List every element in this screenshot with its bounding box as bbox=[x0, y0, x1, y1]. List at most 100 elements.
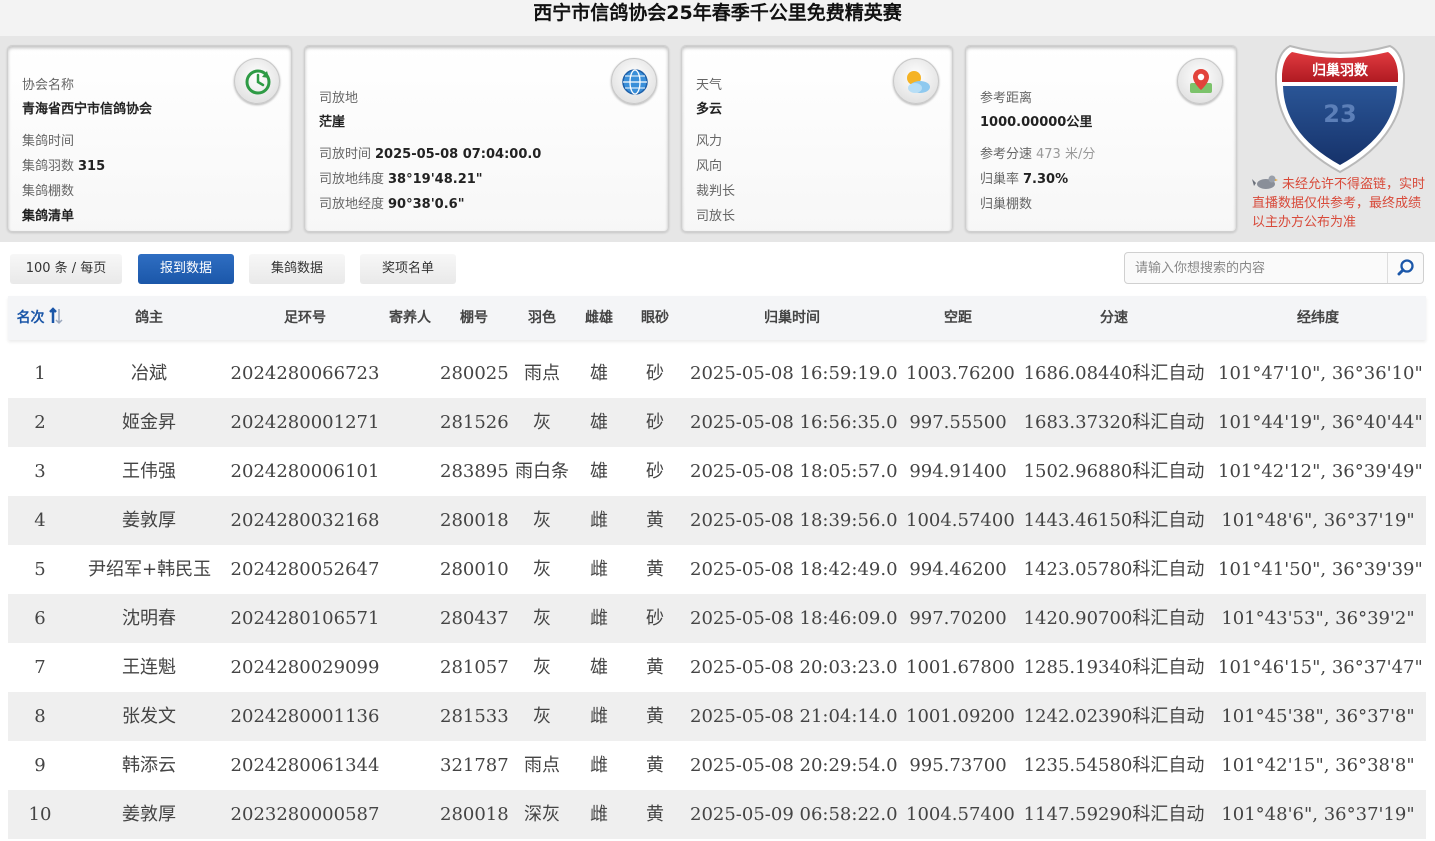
table-row: 8 张发文 2024280001136 281533 灰 雌 黄 2025-05-08 21:… bbox=[8, 692, 1426, 741]
cell-distance: 1001.09200 bbox=[906, 706, 1015, 727]
cell-owner: 王伟强 bbox=[122, 461, 176, 482]
header-fosterer: 寄养人 bbox=[389, 310, 431, 326]
cell-sex: 雌 bbox=[590, 510, 608, 531]
cell-coordinates: 101°44'19", 36°40'44" bbox=[1218, 412, 1423, 433]
search-box bbox=[1124, 252, 1424, 284]
cell-ring-number: 2024280029099 bbox=[230, 657, 380, 678]
cell-fosterer bbox=[382, 349, 438, 398]
returned-count-value: 23 bbox=[1323, 100, 1357, 128]
tab-report-data[interactable]: 报到数据 bbox=[138, 254, 234, 284]
cell-loft-number: 280437 bbox=[440, 608, 509, 629]
header-sex: 雌雄 bbox=[585, 310, 613, 326]
info-strip: 协会名称 青海省西宁市信鸽协会 集鸽时间 集鸽羽数 315 集鸽棚数 集鸽清单 司… bbox=[0, 36, 1435, 242]
cell-feather-color: 雨点 bbox=[524, 755, 560, 776]
release-card: 司放地 茫崖 司放时间 2025-05-08 07:04:00.0 司放地纬度 38… bbox=[304, 45, 669, 232]
wind-direction-label: 风向 bbox=[696, 159, 723, 174]
cell-return-time: 2025-05-08 18:42:49.0 bbox=[690, 559, 898, 580]
ref-speed-value: 473 米/分 bbox=[1036, 147, 1096, 162]
ref-speed-row: 参考分速 473 米/分 bbox=[980, 143, 1095, 162]
cell-eye-sign: 砂 bbox=[646, 608, 664, 629]
cell-ring-number: 2024280032168 bbox=[230, 510, 380, 531]
release-lon-label: 司放地经度 bbox=[319, 197, 385, 212]
cell-feather-color: 灰 bbox=[533, 559, 551, 580]
search-button[interactable] bbox=[1387, 253, 1423, 283]
cell-owner: 王连魁 bbox=[122, 657, 176, 678]
cell-sex: 雄 bbox=[590, 412, 608, 433]
cell-sex: 雌 bbox=[590, 804, 608, 825]
table-row: 6 沈明春 2024280106571 280437 灰 雌 砂 2025-05-08 18:… bbox=[8, 594, 1426, 643]
globe-icon bbox=[611, 58, 657, 104]
cell-fosterer bbox=[382, 692, 438, 741]
cell-loft-number: 280010 bbox=[440, 559, 509, 580]
table-row: 9 韩添云 2024280061344 321787 雨点 雌 黄 2025-05-08 20… bbox=[8, 741, 1426, 790]
return-rate-row: 归巢率 7.30% bbox=[980, 168, 1068, 187]
cell-loft-number: 281057 bbox=[440, 657, 509, 678]
ref-distance-label: 参考距离 bbox=[980, 91, 1033, 106]
distance-card: 参考距离 1000.00000公里 参考分速 473 米/分 归巢率 7.30% 归… bbox=[965, 45, 1237, 232]
cell-feather-color: 深灰 bbox=[524, 804, 560, 825]
cell-ring-number: 2024280001136 bbox=[230, 706, 380, 727]
cell-eye-sign: 砂 bbox=[646, 461, 664, 482]
search-input[interactable] bbox=[1125, 253, 1387, 283]
cell-eye-sign: 黄 bbox=[646, 755, 664, 776]
cell-speed: 1423.05780科汇自动 bbox=[1023, 559, 1205, 580]
collect-list-link[interactable]: 集鸽清单 bbox=[22, 205, 74, 224]
cell-distance: 1004.57400 bbox=[906, 510, 1015, 531]
header-coordinates: 经纬度 bbox=[1297, 310, 1339, 326]
clock-refresh-icon bbox=[234, 58, 280, 104]
release-site-label: 司放地 bbox=[319, 91, 359, 106]
page-size-select[interactable]: 100 条 / 每页 bbox=[10, 254, 122, 284]
cell-sex: 雄 bbox=[590, 461, 608, 482]
release-time-label: 司放时间 bbox=[319, 147, 372, 162]
release-site-value: 茫崖 bbox=[319, 115, 346, 130]
association-name-value: 青海省西宁市信鸽协会 bbox=[22, 102, 153, 117]
cell-fosterer bbox=[382, 496, 438, 545]
cell-distance: 1001.67800 bbox=[906, 657, 1015, 678]
weather-label: 天气 bbox=[696, 78, 723, 93]
cell-sex: 雌 bbox=[590, 755, 608, 776]
cell-ring-number: 2024280001271 bbox=[230, 412, 380, 433]
cell-rank: 7 bbox=[34, 657, 46, 678]
header-rank-sort[interactable]: 名次 bbox=[8, 296, 72, 340]
collect-count-label: 集鸽羽数 bbox=[22, 159, 75, 174]
header-eye-sign: 眼砂 bbox=[641, 310, 669, 326]
cell-coordinates: 101°42'15", 36°38'8" bbox=[1221, 755, 1415, 776]
page-title: 西宁市信鸽协会25年春季千公里免费精英赛 bbox=[533, 2, 902, 24]
cell-rank: 8 bbox=[34, 706, 46, 727]
map-pin-icon bbox=[1177, 58, 1223, 104]
cell-fosterer bbox=[382, 790, 438, 839]
cell-fosterer bbox=[382, 594, 438, 643]
notice-text: 未经允许不得盗链，实时直播数据仅供参考，最终成绩以主办方公布为准 bbox=[1252, 174, 1428, 232]
toolbar: 100 条 / 每页 报到数据 集鸽数据 奖项名单 bbox=[0, 244, 1435, 292]
cell-loft-number: 321787 bbox=[440, 755, 509, 776]
release-time-value: 2025-05-08 07:04:00.0 bbox=[375, 147, 542, 162]
cell-distance: 997.55500 bbox=[909, 412, 1007, 433]
cell-loft-number: 280018 bbox=[440, 804, 509, 825]
cell-eye-sign: 黄 bbox=[646, 510, 664, 531]
cell-rank: 9 bbox=[34, 755, 46, 776]
tab-award-list[interactable]: 奖项名单 bbox=[360, 254, 456, 284]
cell-speed: 1683.37320科汇自动 bbox=[1023, 412, 1205, 433]
pigeon-icon bbox=[1252, 175, 1278, 189]
ref-speed-label: 参考分速 bbox=[980, 147, 1033, 162]
returned-count-badge: 归巢羽数 23 bbox=[1274, 44, 1406, 174]
cell-eye-sign: 砂 bbox=[646, 363, 664, 384]
cell-ring-number: 2024280006101 bbox=[230, 461, 380, 482]
cell-speed: 1443.46150科汇自动 bbox=[1023, 510, 1205, 531]
association-name-label: 协会名称 bbox=[22, 78, 75, 93]
cell-owner: 韩添云 bbox=[122, 755, 176, 776]
cell-eye-sign: 黄 bbox=[646, 657, 664, 678]
table-row: 5 尹绍军+韩民玉 2024280052647 280010 灰 雌 黄 2025-05-08… bbox=[8, 545, 1426, 594]
header-loft-number: 棚号 bbox=[460, 310, 488, 326]
cell-speed: 1147.59290科汇自动 bbox=[1023, 804, 1205, 825]
cell-return-time: 2025-05-08 18:05:57.0 bbox=[690, 461, 898, 482]
cell-fosterer bbox=[382, 447, 438, 496]
cell-owner: 尹绍军+韩民玉 bbox=[88, 559, 212, 580]
table-row: 1 冶斌 2024280066723 280025 雨点 雄 砂 2025-05-08 16:… bbox=[8, 349, 1426, 398]
tab-collection-data[interactable]: 集鸽数据 bbox=[249, 254, 345, 284]
cell-ring-number: 2024280052647 bbox=[230, 559, 380, 580]
cell-coordinates: 101°48'6", 36°37'19" bbox=[1221, 510, 1415, 531]
title-bar: 西宁市信鸽协会25年春季千公里免费精英赛 bbox=[0, 0, 1435, 36]
cell-return-time: 2025-05-08 16:59:19.0 bbox=[690, 363, 898, 384]
cell-distance: 995.73700 bbox=[909, 755, 1007, 776]
